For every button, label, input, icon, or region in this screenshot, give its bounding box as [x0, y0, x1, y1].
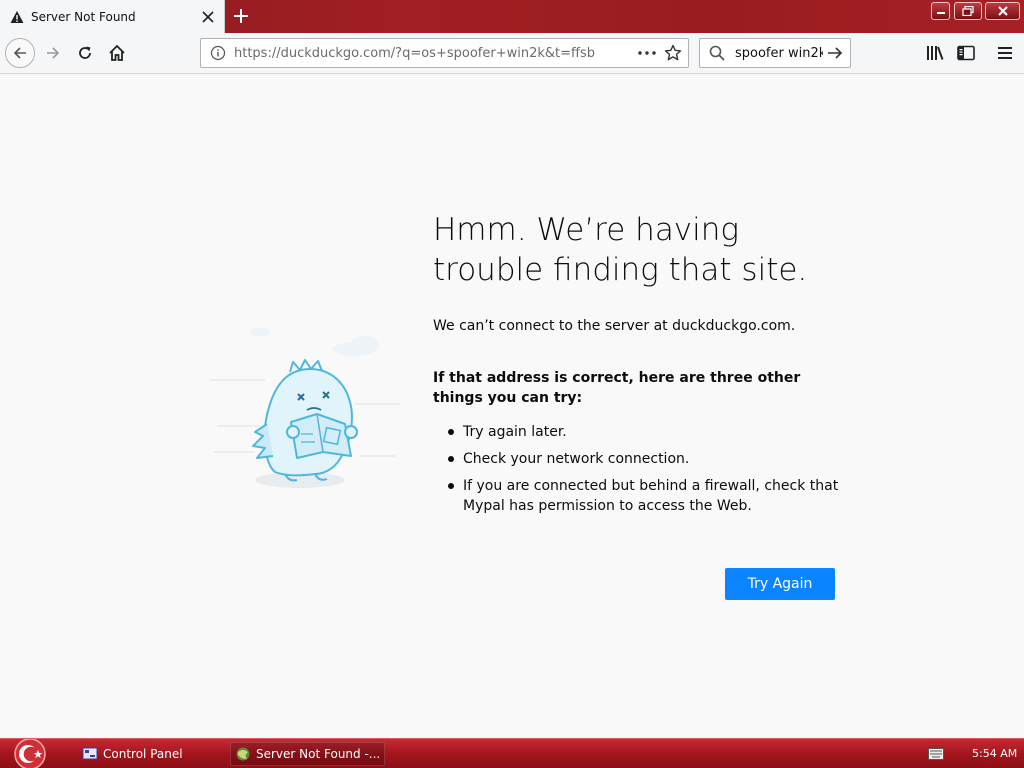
tab-strip: Server Not Found [0, 0, 1024, 33]
keyboard-icon[interactable] [928, 748, 944, 760]
error-title: Hmm. We’re having trouble finding that s… [433, 212, 808, 288]
tip-item: Try again later. [445, 422, 845, 442]
forward-button[interactable] [38, 38, 68, 68]
error-description: We can’t connect to the server at duckdu… [433, 318, 796, 334]
home-icon [109, 44, 125, 61]
search-icon [709, 45, 725, 61]
address-url[interactable]: https://duckduckgo.com/?q=os+spoofer+win… [234, 46, 635, 61]
restore-button[interactable] [954, 2, 982, 20]
page-actions-icon[interactable] [635, 43, 659, 63]
home-button[interactable] [102, 38, 132, 68]
mypal-icon [236, 747, 250, 761]
warning-icon [9, 9, 25, 25]
new-tab-button[interactable] [229, 5, 253, 27]
back-button[interactable] [5, 38, 35, 68]
tab-close-icon[interactable] [198, 7, 218, 27]
control-panel-icon [82, 747, 98, 760]
taskbar: Control Panel Server Not Found -... 5:54… [0, 738, 1024, 768]
tips-heading: If that address is correct, here are thr… [433, 370, 801, 406]
address-bar[interactable]: https://duckduckgo.com/?q=os+spoofer+win… [200, 38, 689, 68]
try-again-button[interactable]: Try Again [725, 568, 835, 600]
hamburger-menu-icon [998, 47, 1012, 59]
minimize-button[interactable] [931, 2, 950, 20]
close-window-button[interactable] [985, 2, 1020, 20]
tab-server-not-found[interactable]: Server Not Found [0, 0, 225, 33]
search-input[interactable] [735, 45, 823, 61]
library-icon [927, 46, 944, 60]
search-bar[interactable] [699, 38, 851, 68]
reload-icon [79, 46, 91, 59]
taskbar-item-browser[interactable]: Server Not Found -... [230, 742, 385, 766]
sidebar-button[interactable] [951, 38, 981, 68]
menu-button[interactable] [990, 38, 1020, 68]
back-arrow-icon [13, 47, 26, 59]
taskbar-item-label: Server Not Found -... [256, 747, 381, 761]
info-icon[interactable] [210, 45, 226, 61]
sad-dinosaur-illustration [210, 328, 400, 488]
error-page: Hmm. We’re having trouble finding that s… [0, 74, 1024, 738]
search-go-arrow-icon[interactable] [825, 43, 845, 63]
taskbar-item-control-panel[interactable]: Control Panel [78, 742, 223, 766]
library-button[interactable] [920, 38, 950, 68]
tip-item: If you are connected but behind a firewa… [445, 476, 845, 516]
forward-arrow-icon [47, 47, 60, 59]
tab-title: Server Not Found [31, 9, 136, 24]
clock[interactable]: 5:54 AM [972, 747, 1017, 760]
navigation-toolbar: https://duckduckgo.com/?q=os+spoofer+win… [0, 33, 1024, 74]
bookmark-star-icon[interactable] [663, 43, 683, 63]
tip-item: Check your network connection. [445, 449, 845, 469]
tips-list: Try again later. Check your network conn… [445, 422, 845, 523]
sidebar-icon [957, 45, 975, 61]
start-button[interactable] [10, 739, 50, 768]
reload-button[interactable] [70, 38, 100, 68]
taskbar-item-label: Control Panel [103, 747, 183, 761]
